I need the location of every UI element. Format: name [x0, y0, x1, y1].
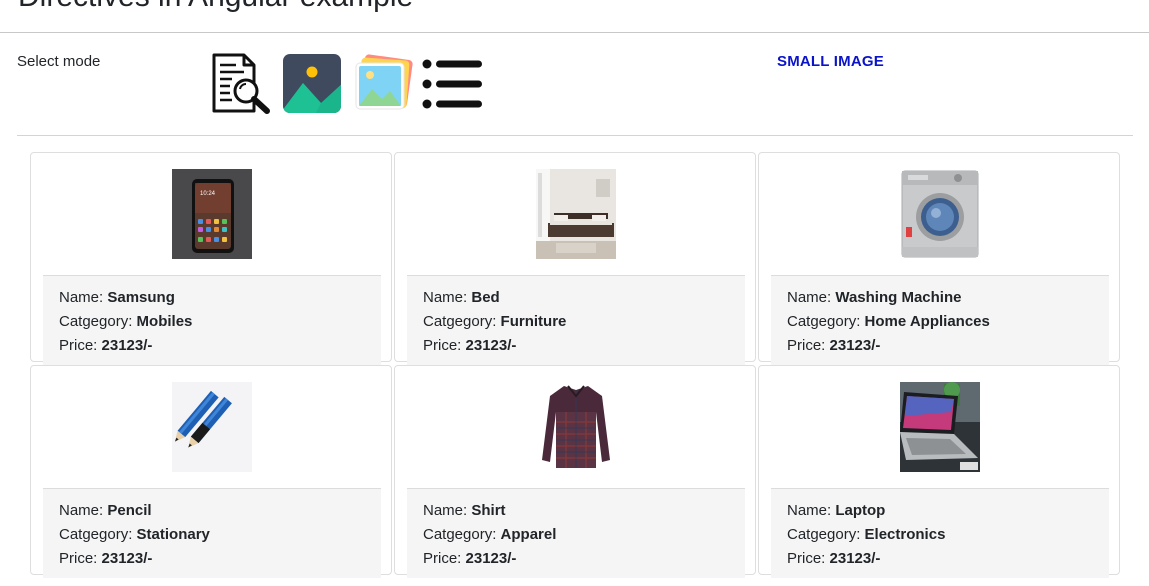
price-label: Price:	[423, 550, 466, 567]
name-label: Name:	[423, 289, 472, 306]
product-details: Name: Laptop Catgegory: Electronics Pric…	[771, 488, 1109, 578]
price-label: Price:	[787, 550, 830, 567]
category-label: Catgegory:	[423, 526, 501, 543]
product-card[interactable]: Name: Laptop Catgegory: Electronics Pric…	[758, 365, 1120, 578]
product-category: Furniture	[500, 313, 567, 330]
washing-machine-image	[900, 169, 980, 259]
product-name: Bed	[471, 289, 500, 306]
product-price: 23123/-	[465, 550, 517, 567]
phone-image: 10:24	[172, 169, 252, 259]
name-label: Name:	[59, 289, 108, 306]
price-label: Price:	[787, 337, 830, 354]
product-details: Name: Bed Catgegory: Furniture Price: 23…	[407, 275, 745, 365]
product-category: Electronics	[864, 526, 946, 543]
pencil-image	[172, 382, 252, 472]
category-label: Catgegory:	[59, 313, 137, 330]
product-card[interactable]: Name: Bed Catgegory: Furniture Price: 23…	[394, 152, 756, 365]
category-label: Catgegory:	[423, 313, 501, 330]
header-divider	[0, 32, 1149, 33]
name-label: Name:	[423, 502, 472, 519]
product-price: 23123/-	[829, 550, 881, 567]
product-card[interactable]: 10:24 Name: Samsung Catgegory: Mobiles P…	[30, 152, 392, 365]
product-name: Laptop	[835, 502, 886, 519]
product-name: Pencil	[107, 502, 152, 519]
name-label: Name:	[59, 502, 108, 519]
product-category: Stationary	[136, 526, 210, 543]
product-price: 23123/-	[465, 337, 517, 354]
name-label: Name:	[787, 502, 836, 519]
current-mode-label: SMALL IMAGE	[777, 53, 884, 70]
product-details: Name: Washing Machine Catgegory: Home Ap…	[771, 275, 1109, 365]
product-price: 23123/-	[101, 337, 153, 354]
product-name: Shirt	[471, 502, 506, 519]
image-icon[interactable]	[281, 53, 343, 115]
product-details: Name: Shirt Catgegory: Apparel Price: 23…	[407, 488, 745, 578]
mode-divider	[17, 135, 1133, 136]
price-label: Price:	[59, 550, 102, 567]
price-label: Price:	[423, 337, 466, 354]
product-price: 23123/-	[101, 550, 153, 567]
product-name: Washing Machine	[835, 289, 962, 306]
product-card[interactable]: Name: Pencil Catgegory: Stationary Price…	[30, 365, 392, 578]
svg-text:10:24: 10:24	[200, 191, 216, 197]
bed-image	[536, 169, 616, 259]
product-category: Apparel	[500, 526, 557, 543]
page-title: Directives in Angular example	[18, 0, 413, 14]
product-category: Mobiles	[136, 313, 193, 330]
category-label: Catgegory:	[787, 313, 865, 330]
select-mode-label: Select mode	[17, 53, 101, 70]
laptop-image	[900, 382, 980, 472]
product-price: 23123/-	[829, 337, 881, 354]
product-card[interactable]: Name: Shirt Catgegory: Apparel Price: 23…	[394, 365, 756, 578]
list-icon[interactable]	[420, 53, 482, 115]
product-details: Name: Pencil Catgegory: Stationary Price…	[43, 488, 381, 578]
product-name: Samsung	[107, 289, 175, 306]
category-label: Catgegory:	[787, 526, 865, 543]
category-label: Catgegory:	[59, 526, 137, 543]
product-card[interactable]: Name: Washing Machine Catgegory: Home Ap…	[758, 152, 1120, 365]
price-label: Price:	[59, 337, 102, 354]
product-category: Home Appliances	[864, 313, 990, 330]
name-label: Name:	[787, 289, 836, 306]
images-icon[interactable]	[352, 53, 414, 115]
document-search-icon[interactable]	[210, 53, 272, 115]
product-details: Name: Samsung Catgegory: Mobiles Price: …	[43, 275, 381, 365]
shirt-image	[536, 382, 616, 472]
